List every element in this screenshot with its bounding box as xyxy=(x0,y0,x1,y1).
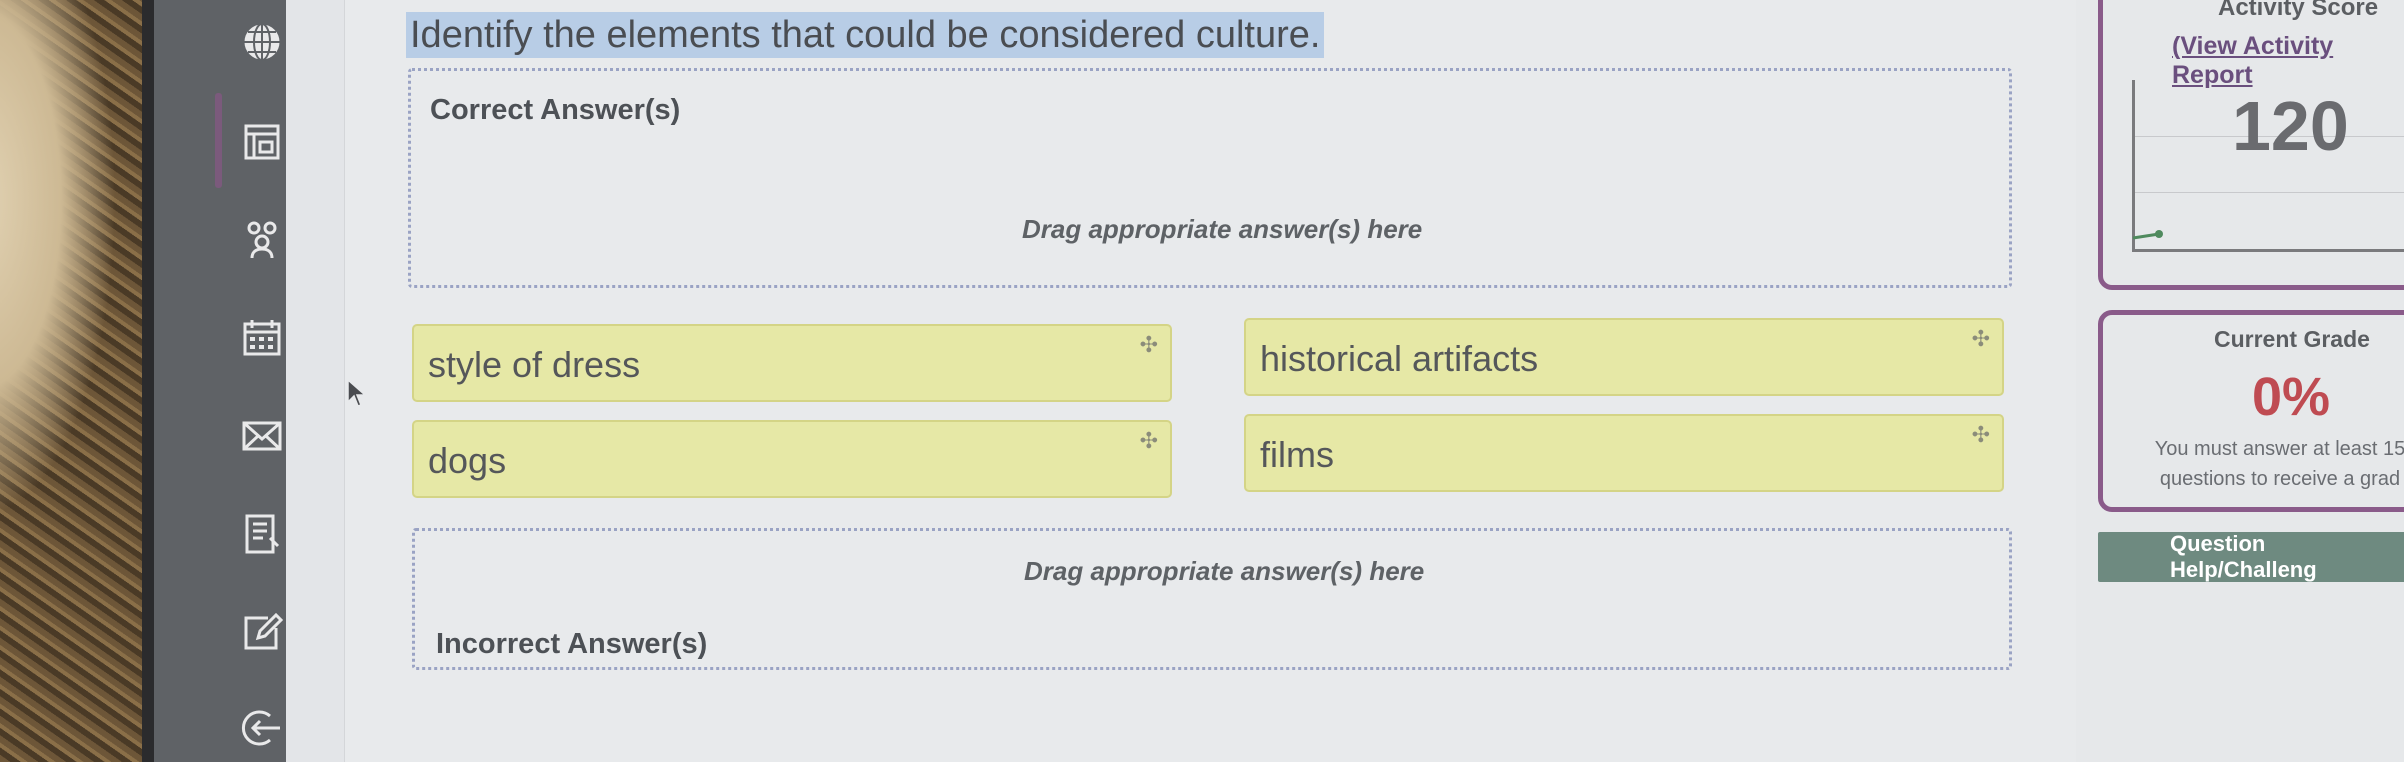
move-icon: ✣ xyxy=(1139,332,1158,357)
question-help-button[interactable]: Question Help/Challeng xyxy=(2098,531,2404,582)
globe-icon[interactable] xyxy=(236,16,288,68)
answer-tile[interactable]: style of dress ✣ xyxy=(412,324,1172,402)
current-grade-title: Current Grade xyxy=(2214,326,2370,352)
incorrect-answers-title: Incorrect Answer(s) xyxy=(436,628,708,660)
answer-label: dogs xyxy=(428,440,507,481)
dashboard-icon[interactable] xyxy=(236,116,288,168)
question-prompt: Identify the elements that could be cons… xyxy=(406,12,1325,58)
answer-tile[interactable]: historical artifacts ✣ xyxy=(1244,318,2004,396)
graph-gridline xyxy=(2135,192,2404,193)
current-grade-value: 0% xyxy=(2252,367,2331,427)
activity-score-heading: Activity Score xyxy=(2218,0,2379,21)
grade-requirement-message: You must answer at least 15 questions to… xyxy=(2130,434,2404,494)
sidebar-active-indicator xyxy=(215,93,222,188)
activity-score-value: 120 xyxy=(2232,87,2349,165)
answer-label: films xyxy=(1260,434,1334,475)
answer-label: style of dress xyxy=(428,344,641,385)
calendar-icon[interactable] xyxy=(236,312,288,364)
monitor-bezel xyxy=(142,0,154,762)
move-icon: ✣ xyxy=(1971,422,1990,447)
edit-icon[interactable] xyxy=(236,606,288,658)
correct-answers-title: Correct Answer(s) xyxy=(430,94,681,126)
photo-background xyxy=(0,0,150,762)
graph-line-icon xyxy=(2132,230,2163,240)
answer-label: historical artifacts xyxy=(1260,338,1539,379)
mail-icon[interactable] xyxy=(236,410,288,462)
answer-tile[interactable]: dogs ✣ xyxy=(412,420,1172,498)
correct-dropzone-hint: Drag appropriate answer(s) here xyxy=(1022,214,1423,244)
people-icon[interactable] xyxy=(236,212,288,264)
answer-tile[interactable]: films ✣ xyxy=(1244,414,2004,492)
notes-icon[interactable] xyxy=(236,508,288,560)
mouse-cursor-icon xyxy=(347,378,367,407)
move-icon: ✣ xyxy=(1139,428,1158,453)
logout-icon[interactable] xyxy=(236,702,288,754)
grade-message-line: You must answer at least 15 xyxy=(2154,438,2404,460)
move-icon: ✣ xyxy=(1971,326,1990,351)
incorrect-dropzone-hint: Drag appropriate answer(s) here xyxy=(1024,556,1425,586)
grade-message-line: questions to receive a grad xyxy=(2159,468,2401,490)
